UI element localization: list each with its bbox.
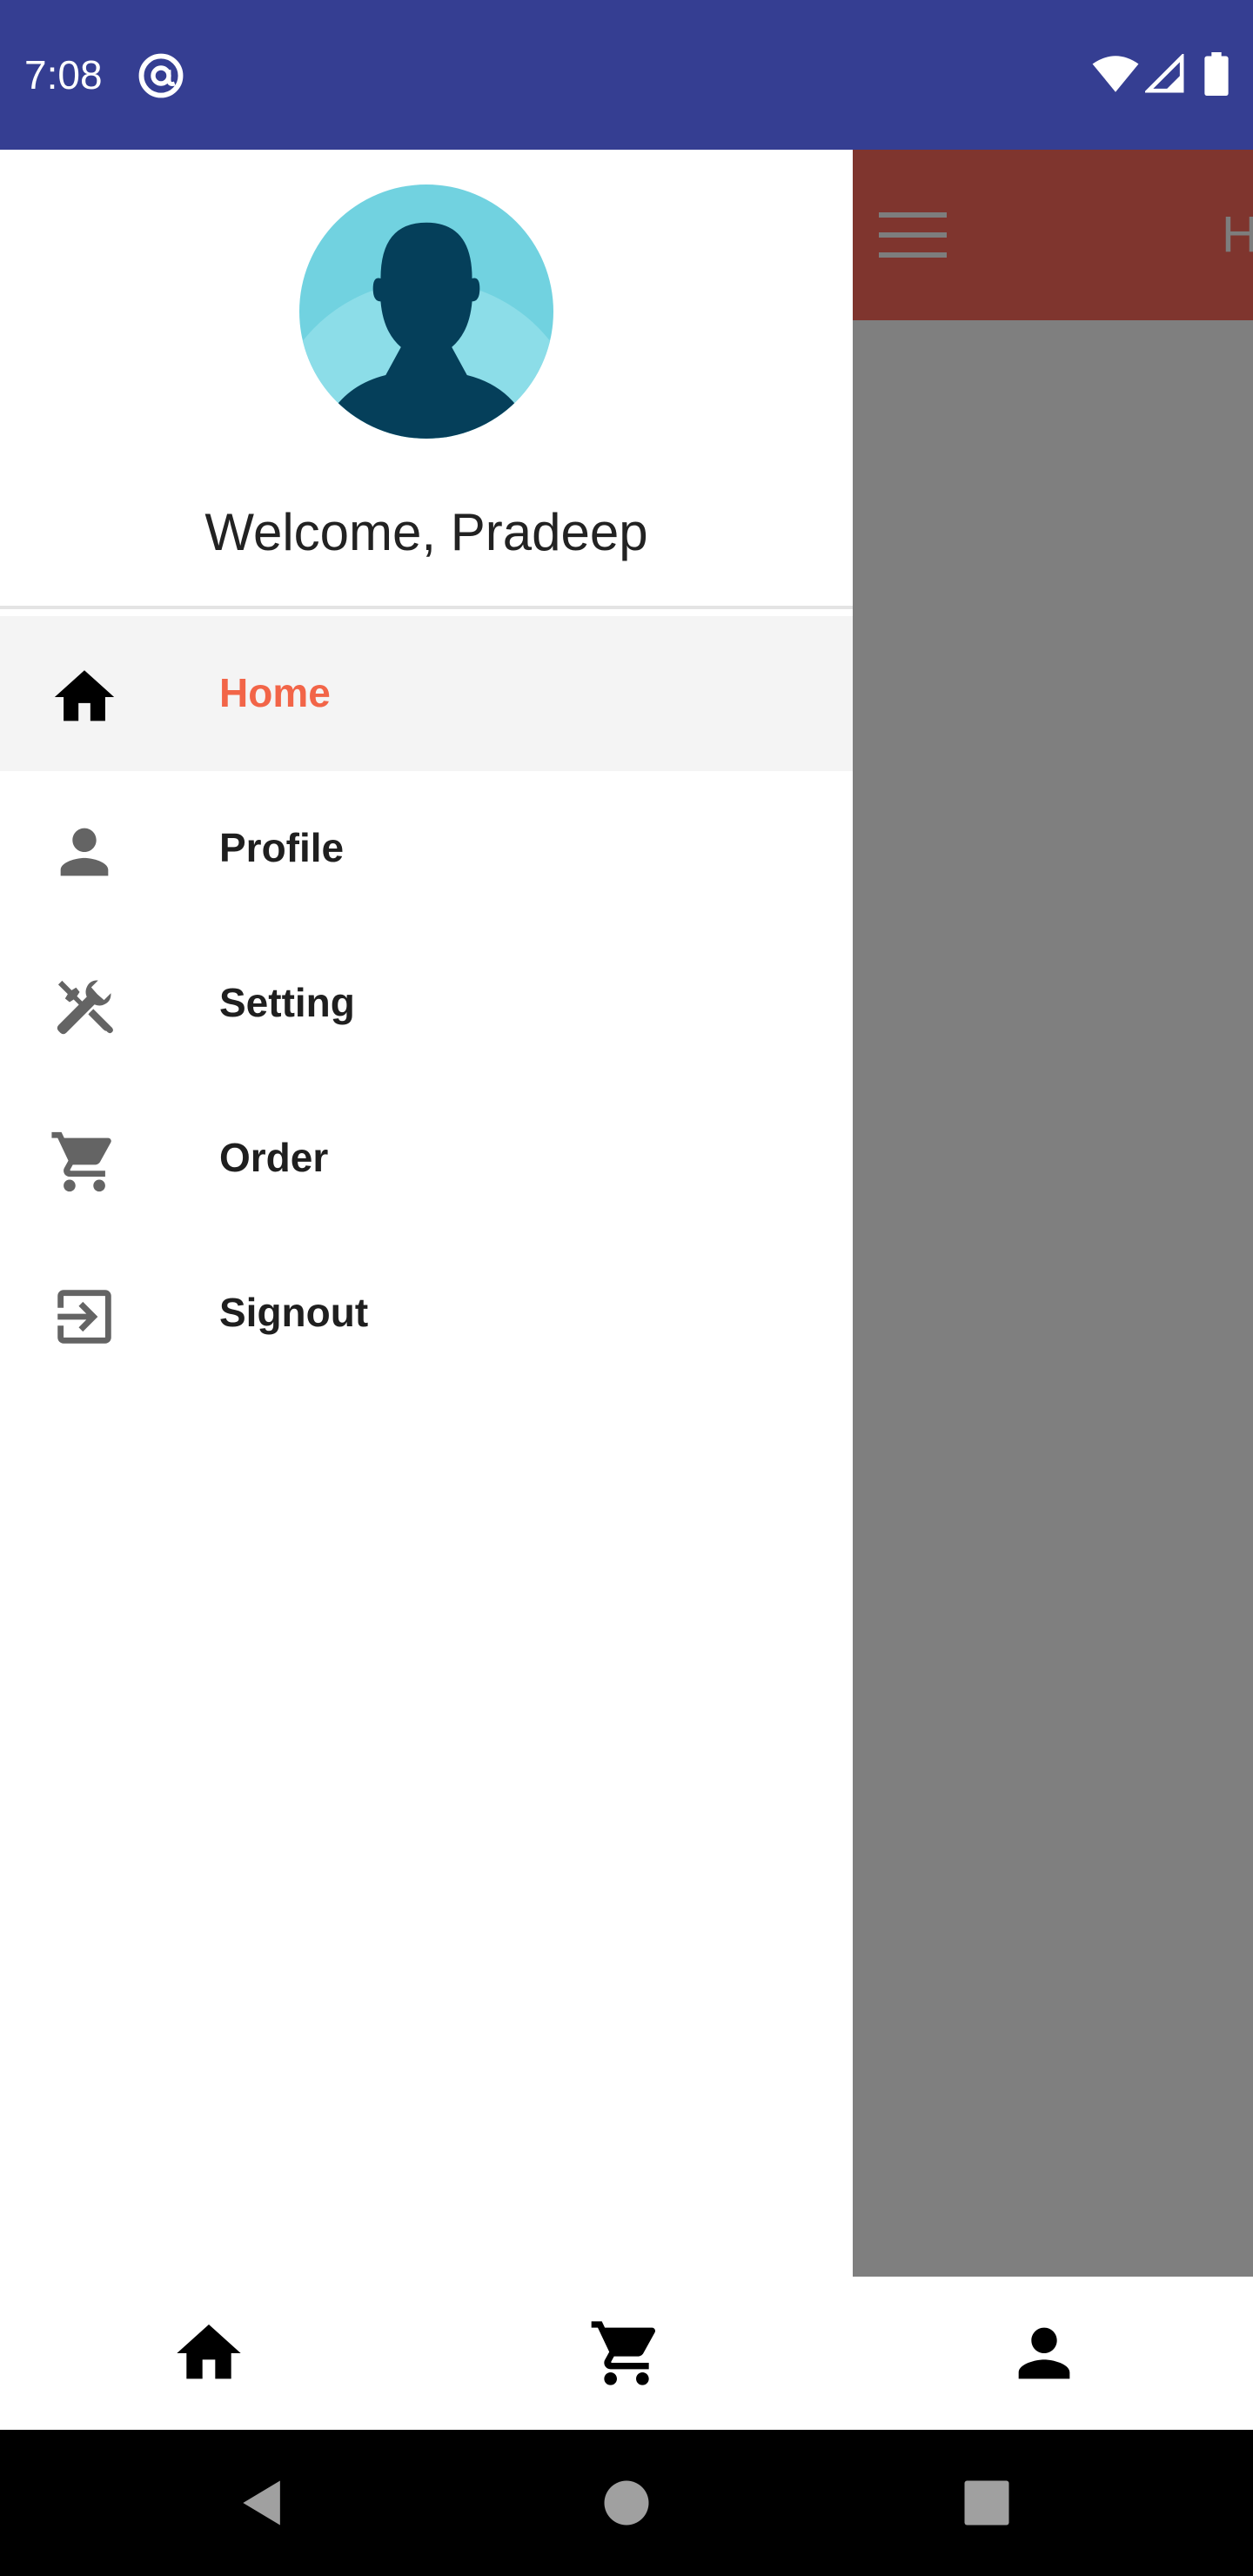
status-bar: 7:08: [0, 0, 1253, 150]
home-icon: [54, 670, 115, 721]
drawer-header: Welcome, Pradeep: [0, 150, 853, 609]
exit-icon: [57, 1290, 111, 1344]
user-avatar-icon: [299, 184, 553, 439]
drawer-scrim[interactable]: [853, 320, 1253, 2277]
person-icon: [60, 828, 109, 876]
toolbar-title: H: [1222, 206, 1253, 263]
at-sign-icon: [138, 53, 184, 98]
home-circle-icon[interactable]: [597, 2473, 656, 2532]
cart-icon[interactable]: [588, 2315, 665, 2392]
drawer-item-label: Signout: [219, 1290, 369, 1335]
app-toolbar: H: [853, 150, 1253, 320]
drawer-item-label: Setting: [219, 980, 355, 1025]
drawer-item-label: Home: [219, 670, 331, 715]
drawer-item-label: Order: [219, 1135, 329, 1180]
person-icon[interactable]: [1006, 2315, 1082, 2392]
back-icon[interactable]: [233, 2473, 292, 2532]
drawer-item-label: Profile: [219, 825, 345, 870]
home-icon[interactable]: [171, 2315, 247, 2392]
system-navigation-bar: [0, 2430, 1253, 2576]
cell-signal-icon: [1145, 54, 1184, 93]
welcome-message: Welcome, Pradeep: [204, 503, 648, 561]
drawer-item-profile[interactable]: Profile: [0, 771, 853, 926]
drawer-item-setting[interactable]: Setting: [0, 926, 853, 1081]
hamburger-menu-icon[interactable]: [879, 211, 947, 259]
wifi-icon: [1092, 56, 1139, 92]
drawer-item-home[interactable]: Home: [0, 616, 853, 771]
status-time: 7:08: [24, 52, 103, 97]
tools-icon: [57, 980, 113, 1035]
bottom-navigation: [0, 2277, 1253, 2430]
navigation-drawer: Welcome, Pradeep Home Profile Setting Or…: [0, 150, 853, 2277]
drawer-item-order[interactable]: Order: [0, 1081, 853, 1236]
cart-icon: [51, 1131, 111, 1192]
drawer-item-signout[interactable]: Signout: [0, 1236, 853, 1391]
recents-icon[interactable]: [957, 2473, 1016, 2532]
battery-icon: [1204, 52, 1229, 96]
